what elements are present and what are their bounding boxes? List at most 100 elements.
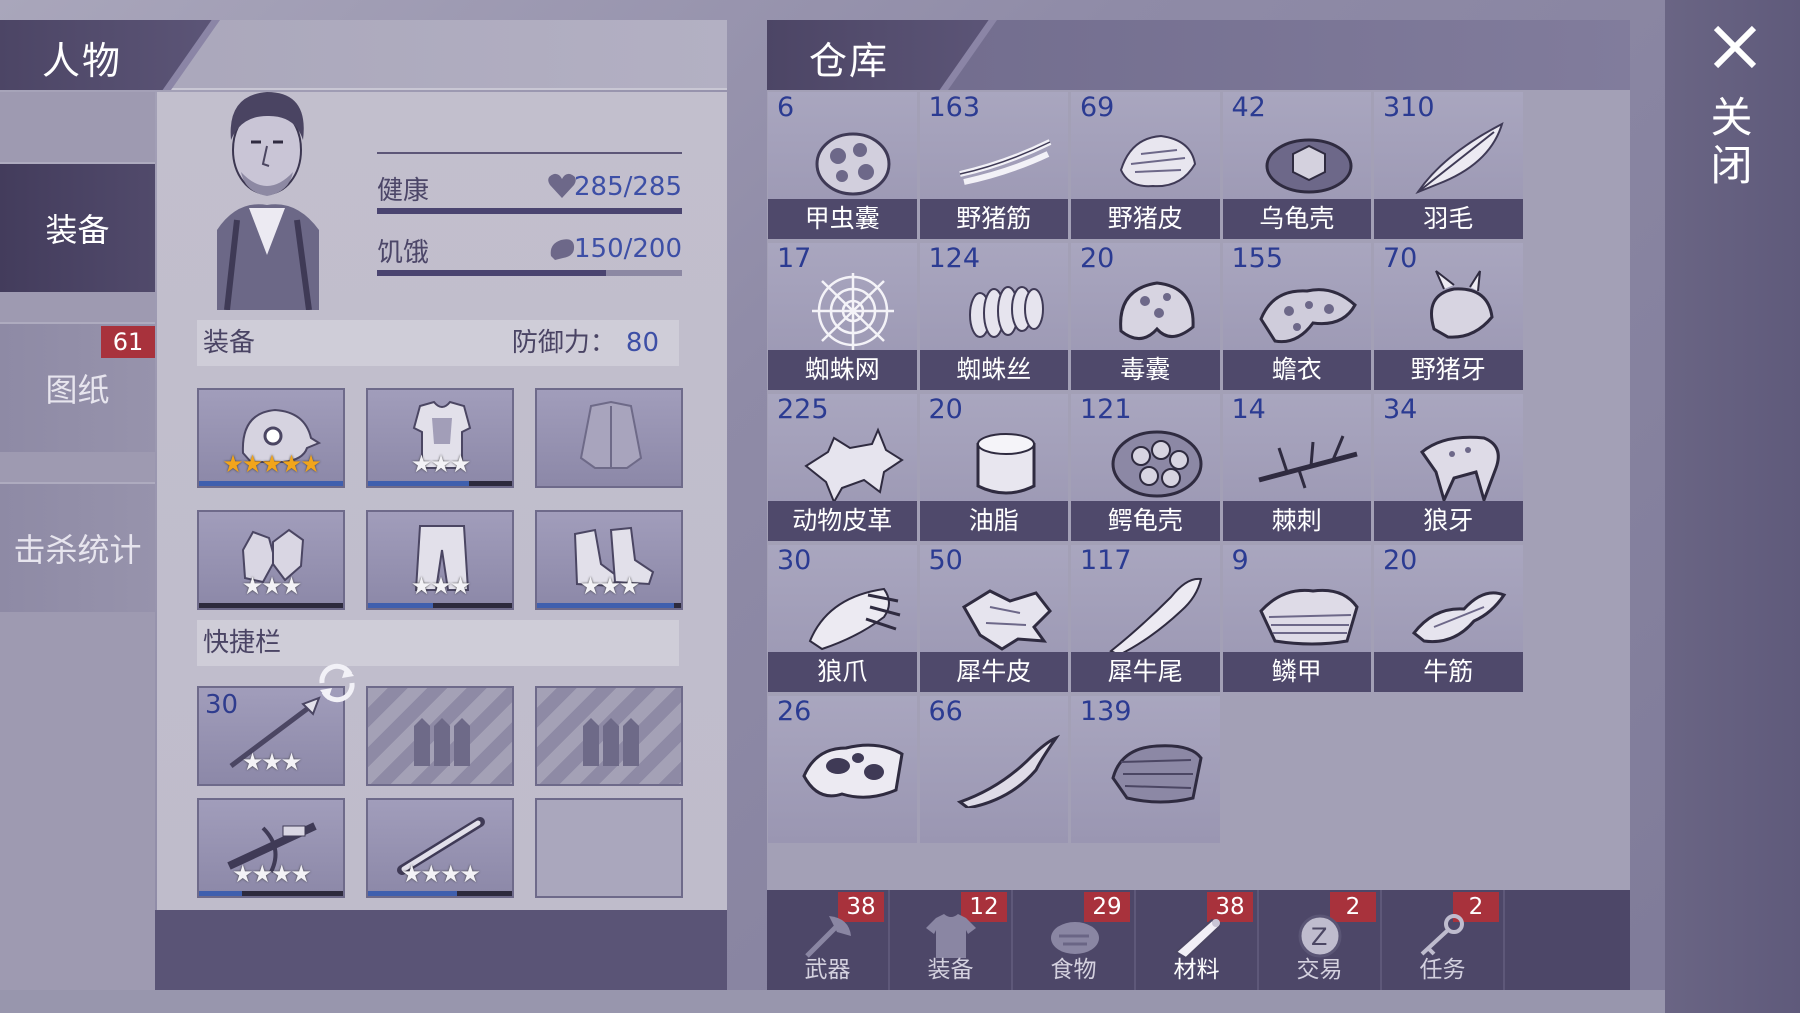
close-button[interactable]: 关闭 <box>1704 95 1759 191</box>
item-name: 野猪牙 <box>1374 350 1523 390</box>
tab-quests[interactable]: 2 任务 <box>1382 890 1505 990</box>
quickbar-slot-crossbow[interactable]: ★★★★ <box>197 798 345 898</box>
durability-bar <box>199 603 343 608</box>
boar-hide-icon <box>1119 134 1197 188</box>
item-name: 犀牛尾 <box>1071 652 1220 692</box>
durability-fill <box>368 891 458 896</box>
equip-slot-jacket[interactable] <box>535 388 683 488</box>
durability-fill <box>199 891 243 896</box>
nav-item-blueprints[interactable]: 61 图纸 <box>0 322 155 452</box>
ox-tendon-icon <box>1411 591 1507 644</box>
durability-fill <box>199 481 343 486</box>
character-panel: 人物 装备 61 图纸 击杀统计 健康 285/285 饥饿 150/200 装… <box>0 20 727 990</box>
quickbar-slot-baton[interactable]: ★★★★ <box>366 798 514 898</box>
tab-label: 材料 <box>1173 957 1220 983</box>
tab-trade[interactable]: 2 Z 交易 <box>1259 890 1382 990</box>
hunger-label: 饥饿 <box>377 238 430 268</box>
item-name: 乌龟壳 <box>1222 199 1371 239</box>
tab-equipment[interactable]: 12 装备 <box>890 890 1013 990</box>
warehouse-item[interactable]: 69 野猪皮 <box>1071 92 1220 239</box>
fur-icon <box>1111 744 1203 804</box>
grease-icon <box>976 433 1035 495</box>
feather-icon <box>1415 122 1504 195</box>
item-count: 9 <box>1231 545 1249 576</box>
quickbar-slot-empty[interactable] <box>535 798 683 898</box>
durability-fill <box>368 603 433 608</box>
warehouse-item[interactable]: 17 蜘蛛网 <box>768 243 917 390</box>
hunger-stat: 饥饿 150/200 <box>377 232 682 282</box>
slot-stars: ★★★★ <box>400 860 481 888</box>
slot-stars: ★★★ <box>241 748 303 776</box>
nav-item-label: 图纸 <box>45 371 110 409</box>
equip-slot-pants[interactable]: ★★★ <box>366 510 514 610</box>
defense-value: 80 <box>625 328 659 358</box>
stats-divider <box>377 152 682 154</box>
durability-fill <box>537 603 674 608</box>
item-name: 野猪筋 <box>919 199 1068 239</box>
rhino-tail-icon <box>1109 577 1203 657</box>
equip-slot-vest[interactable]: ★★★ <box>366 388 514 488</box>
slot-stars: ★★★★★ <box>222 450 322 478</box>
nav-item-equipment[interactable]: 装备 <box>0 162 155 292</box>
defense-stat: 防御力： 80 <box>512 320 659 366</box>
warehouse-item[interactable]: 70 野猪牙 <box>1374 243 1523 390</box>
equip-slot-helmet[interactable]: ★★★★★ <box>197 388 345 488</box>
rhino-hide-icon <box>961 589 1052 651</box>
close-icon[interactable] <box>1710 22 1760 72</box>
nav-item-kill-stats[interactable]: 击杀统计 <box>0 482 155 612</box>
swap-icon[interactable] <box>312 658 362 708</box>
warehouse-item[interactable]: 20 油脂 <box>919 394 1068 541</box>
leather-icon <box>804 427 904 505</box>
hunger-bar-fill <box>377 270 606 276</box>
item-name: 毒囊 <box>1071 350 1220 390</box>
warehouse-item[interactable]: 20 牛筋 <box>1374 545 1523 692</box>
item-name: 狼爪 <box>768 652 917 692</box>
spider-silk-icon <box>968 286 1044 338</box>
toad-skin-icon <box>1258 288 1357 344</box>
warehouse-header: 仓库 <box>767 20 1630 90</box>
warehouse-item[interactable]: 26 <box>768 696 917 843</box>
warehouse-item[interactable]: 9 鳞甲 <box>1222 545 1371 692</box>
warehouse-category-tabs: 38 武器 12 装备 29 食物 38 材料 2 Z 交易 2 任务 <box>767 890 1630 990</box>
warehouse-item[interactable]: 42 乌龟壳 <box>1222 92 1371 239</box>
wolf-claw-icon <box>808 587 901 651</box>
blueprints-badge: 61 <box>101 326 155 358</box>
warehouse-item[interactable]: 50 犀牛皮 <box>919 545 1068 692</box>
slot-stars: ★★★ <box>410 572 472 600</box>
warehouse-item[interactable]: 124 蜘蛛丝 <box>919 243 1068 390</box>
warehouse-item[interactable]: 30 狼爪 <box>768 545 917 692</box>
warehouse-item[interactable]: 14 棘刺 <box>1222 394 1371 541</box>
fence-icon <box>583 718 639 766</box>
warehouse-item[interactable]: 117 犀牛尾 <box>1071 545 1220 692</box>
character-portrait <box>217 92 319 310</box>
boar-tendon-icon <box>958 139 1051 185</box>
warehouse-item[interactable]: 310 羽毛 <box>1374 92 1523 239</box>
warehouse-item[interactable]: 225 动物皮革 <box>768 394 917 541</box>
svg-text:Z: Z <box>1311 923 1327 951</box>
character-footer <box>155 910 727 990</box>
cow-hide-icon <box>802 743 904 799</box>
wolf-fang-icon <box>1419 435 1500 505</box>
fence-icon <box>414 718 470 766</box>
warehouse-item[interactable]: 6 甲虫囊 <box>768 92 917 239</box>
tab-label: 食物 <box>1050 957 1097 983</box>
beetle-sac-icon <box>815 132 891 196</box>
item-name: 狼牙 <box>1374 501 1523 541</box>
character-side-nav: 装备 61 图纸 击杀统计 <box>0 92 155 990</box>
warehouse-item[interactable]: 66 <box>919 696 1068 843</box>
warehouse-item[interactable]: 155 蟾衣 <box>1222 243 1371 390</box>
tab-weapons[interactable]: 38 武器 <box>767 890 890 990</box>
warehouse-item[interactable]: 139 <box>1071 696 1220 843</box>
quickbar-slot-locked <box>366 686 514 786</box>
warehouse-item[interactable]: 121 鳄龟壳 <box>1071 394 1220 541</box>
equip-slot-gloves[interactable]: ★★★ <box>197 510 345 610</box>
tab-materials[interactable]: 38 材料 <box>1136 890 1259 990</box>
warehouse-item[interactable]: 34 狼牙 <box>1374 394 1523 541</box>
warehouse-item[interactable]: 20 毒囊 <box>1071 243 1220 390</box>
slot-stars: ★★★ <box>579 572 641 600</box>
warehouse-item[interactable]: 163 野猪筋 <box>919 92 1068 239</box>
poison-sac-icon <box>1119 281 1195 340</box>
equip-slot-boots[interactable]: ★★★ <box>535 510 683 610</box>
tab-food[interactable]: 29 食物 <box>1013 890 1136 990</box>
thorn-icon <box>1257 435 1358 489</box>
